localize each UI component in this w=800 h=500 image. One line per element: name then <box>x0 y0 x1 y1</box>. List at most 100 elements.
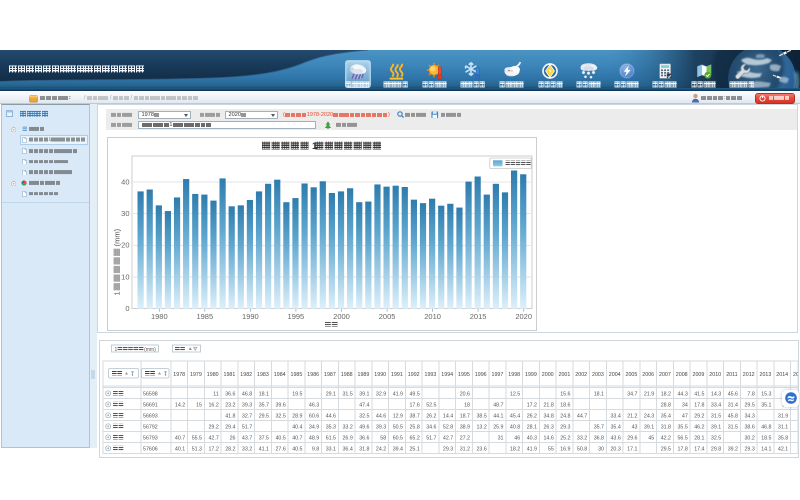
svg-text:31.5: 31.5 <box>727 424 737 430</box>
svg-text:2014: 2014 <box>776 372 788 378</box>
svg-text:26: 26 <box>229 435 235 441</box>
svg-text:41.5: 41.5 <box>694 391 704 397</box>
svg-text:1983: 1983 <box>257 372 269 378</box>
svg-text:27.2: 27.2 <box>459 435 469 441</box>
svg-text:26.3: 26.3 <box>543 424 553 430</box>
svg-text:36.6: 36.6 <box>359 435 369 441</box>
svg-text:52.5: 52.5 <box>426 402 436 408</box>
svg-text:35.7: 35.7 <box>258 402 268 408</box>
svg-text:40.5: 40.5 <box>275 435 285 441</box>
svg-text:11: 11 <box>213 391 219 397</box>
svg-text:31: 31 <box>497 435 503 441</box>
svg-text:12.9: 12.9 <box>392 413 402 419</box>
svg-text:15.6: 15.6 <box>560 391 570 397</box>
svg-text:17.6: 17.6 <box>409 402 419 408</box>
svg-text:29.5: 29.5 <box>660 446 670 452</box>
svg-text:31.2: 31.2 <box>459 446 469 452</box>
svg-text:2009: 2009 <box>692 372 704 378</box>
svg-text:12.5: 12.5 <box>509 391 519 397</box>
svg-text:13.2: 13.2 <box>476 424 486 430</box>
svg-text:60.6: 60.6 <box>308 413 318 419</box>
svg-text:1994: 1994 <box>441 372 453 378</box>
svg-text:1: 1 <box>112 291 121 295</box>
svg-text:24.3: 24.3 <box>643 413 653 419</box>
svg-text:41.8: 41.8 <box>225 413 235 419</box>
svg-text:2008: 2008 <box>675 372 687 378</box>
svg-text:2012: 2012 <box>742 372 754 378</box>
svg-text:32.5: 32.5 <box>275 413 285 419</box>
svg-text:1999: 1999 <box>525 372 537 378</box>
svg-text:51.3: 51.3 <box>191 446 201 452</box>
svg-text:19.5: 19.5 <box>292 391 302 397</box>
svg-text:30: 30 <box>598 446 604 452</box>
svg-text:40.1: 40.1 <box>174 446 184 452</box>
svg-text:39.6: 39.6 <box>275 402 285 408</box>
svg-text:35.3: 35.3 <box>325 424 335 430</box>
svg-text:2000: 2000 <box>333 312 350 321</box>
svg-text:26.2: 26.2 <box>526 413 536 419</box>
svg-text:18.7: 18.7 <box>459 413 469 419</box>
svg-text:1990: 1990 <box>242 312 259 321</box>
svg-text:51.7: 51.7 <box>426 435 436 441</box>
svg-text:48.9: 48.9 <box>308 435 318 441</box>
svg-text:46.8: 46.8 <box>241 391 251 397</box>
svg-text:56691: 56691 <box>143 402 158 408</box>
svg-text:31.8: 31.8 <box>660 424 670 430</box>
svg-text:14.6: 14.6 <box>543 435 553 441</box>
svg-text:42.2: 42.2 <box>660 435 670 441</box>
svg-text:56792: 56792 <box>143 424 158 430</box>
svg-text:25.2: 25.2 <box>560 435 570 441</box>
svg-text:60.5: 60.5 <box>392 435 402 441</box>
svg-text:56598: 56598 <box>143 391 158 397</box>
svg-text:15.3: 15.3 <box>761 391 771 397</box>
svg-text:(mm): (mm) <box>144 347 156 353</box>
svg-text:2011: 2011 <box>726 372 737 378</box>
svg-text:15: 15 <box>196 402 202 408</box>
svg-text:29.4: 29.4 <box>225 424 235 430</box>
svg-text:46.2: 46.2 <box>694 424 704 430</box>
svg-text:1978: 1978 <box>173 372 185 378</box>
svg-text:35.7: 35.7 <box>593 424 603 430</box>
svg-text:28.1: 28.1 <box>526 424 536 430</box>
svg-text:43: 43 <box>631 424 637 430</box>
svg-text:30: 30 <box>121 209 129 218</box>
svg-text:58: 58 <box>380 435 386 441</box>
svg-text:18: 18 <box>464 402 470 408</box>
svg-text:45: 45 <box>648 435 654 441</box>
svg-text:36.4: 36.4 <box>342 446 352 452</box>
svg-text:2005: 2005 <box>378 312 395 321</box>
svg-text:31.9: 31.9 <box>777 413 787 419</box>
svg-text:31.5: 31.5 <box>342 391 352 397</box>
svg-text:17.1: 17.1 <box>627 446 637 452</box>
svg-text:2010: 2010 <box>709 372 721 378</box>
svg-text:1995: 1995 <box>458 372 470 378</box>
svg-text:1988: 1988 <box>340 372 352 378</box>
svg-text:17.8: 17.8 <box>694 402 704 408</box>
svg-text:23.6: 23.6 <box>476 446 486 452</box>
svg-text:33.1: 33.1 <box>325 446 335 452</box>
svg-text:2007: 2007 <box>659 372 671 378</box>
svg-text:29.3: 29.3 <box>560 424 570 430</box>
svg-text:31.8: 31.8 <box>359 446 369 452</box>
svg-text:1991: 1991 <box>391 372 403 378</box>
svg-text:2015: 2015 <box>469 312 486 321</box>
svg-text:14.3: 14.3 <box>710 391 720 397</box>
svg-text:31.1: 31.1 <box>777 424 787 430</box>
svg-text:29.5: 29.5 <box>258 413 268 419</box>
svg-text:18.2: 18.2 <box>509 446 519 452</box>
svg-text:34.9: 34.9 <box>308 424 318 430</box>
svg-text:41.9: 41.9 <box>392 391 402 397</box>
svg-text:2005: 2005 <box>625 372 637 378</box>
svg-text:17.2: 17.2 <box>526 402 536 408</box>
svg-text:55.5: 55.5 <box>191 435 201 441</box>
svg-text:42.1: 42.1 <box>777 446 787 452</box>
svg-text:56793: 56793 <box>143 435 158 441</box>
svg-text:29.1: 29.1 <box>325 391 335 397</box>
svg-text:16.9: 16.9 <box>560 446 570 452</box>
svg-text:36.8: 36.8 <box>593 435 603 441</box>
svg-text:20.6: 20.6 <box>459 391 469 397</box>
svg-text:1996: 1996 <box>474 372 486 378</box>
svg-text:17.8: 17.8 <box>677 446 687 452</box>
svg-text:1980: 1980 <box>150 312 167 321</box>
svg-text:1982: 1982 <box>240 372 252 378</box>
